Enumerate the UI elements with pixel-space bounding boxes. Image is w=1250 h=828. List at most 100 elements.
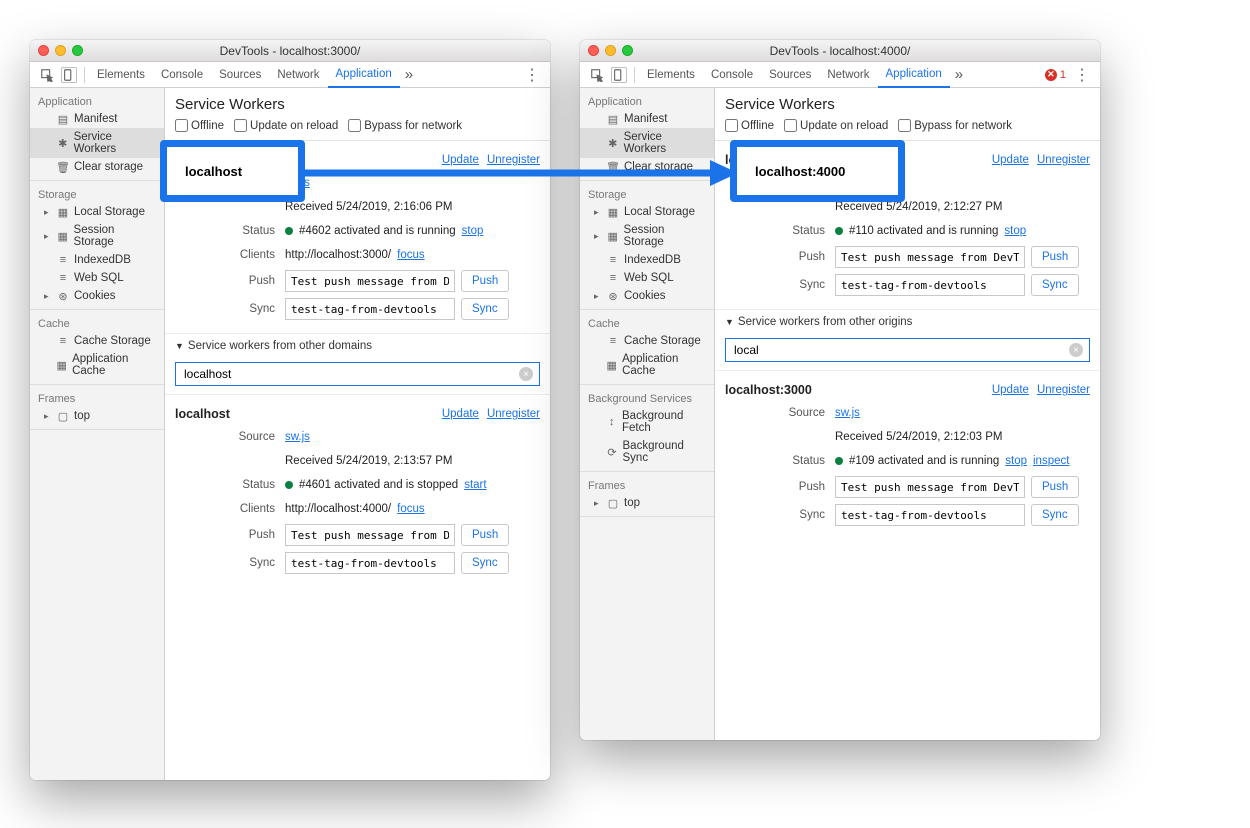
sidebar-item-cache-storage[interactable]: ≡Cache Storage	[580, 332, 714, 350]
push-button[interactable]: Push	[461, 524, 509, 546]
sidebar-item-session-storage[interactable]: ▸▦Session Storage	[30, 221, 164, 251]
sync-button[interactable]: Sync	[1031, 504, 1079, 526]
sidebar-item-service-workers[interactable]: ✱Service Workers	[30, 128, 164, 158]
client-url: http://localhost:3000/	[285, 249, 391, 261]
menu-icon[interactable]: ⋮	[1070, 65, 1094, 85]
tab-sources[interactable]: Sources	[211, 62, 269, 88]
sidebar-item-cookies[interactable]: ▸⊛Cookies	[30, 287, 164, 305]
focus-link[interactable]: focus	[397, 249, 425, 261]
sidebar-item-cookies[interactable]: ▸⊛Cookies	[580, 287, 714, 305]
stop-link[interactable]: stop	[462, 225, 484, 237]
menu-icon[interactable]: ⋮	[520, 65, 544, 85]
tab-console[interactable]: Console	[153, 62, 211, 88]
stop-link[interactable]: stop	[1005, 455, 1027, 467]
tab-elements[interactable]: Elements	[89, 62, 153, 88]
bypass-network-checkbox[interactable]: Bypass for network	[898, 119, 1012, 132]
sidebar-item-top[interactable]: ▸▢top	[580, 494, 714, 512]
sync-button[interactable]: Sync	[461, 552, 509, 574]
sidebar-item-indexeddb[interactable]: ≡IndexedDB	[30, 251, 164, 269]
source-link[interactable]: sw.js	[285, 177, 310, 189]
offline-checkbox[interactable]: Offline	[725, 119, 774, 132]
sync-input[interactable]	[285, 552, 455, 574]
unregister-link[interactable]: Unregister	[487, 408, 540, 420]
source-link[interactable]: sw.js	[285, 431, 310, 443]
unregister-link[interactable]: Unregister	[487, 154, 540, 166]
sidebar-item-top[interactable]: ▸▢top	[30, 407, 164, 425]
sidebar-item-local-storage[interactable]: ▸▦Local Storage	[30, 203, 164, 221]
sidebar-item-label: top	[74, 410, 90, 422]
origin-name: localhost:4000	[725, 153, 812, 167]
sidebar-item-web-sql[interactable]: ≡Web SQL	[580, 269, 714, 287]
sync-button[interactable]: Sync	[461, 298, 509, 320]
filter-input[interactable]	[182, 366, 519, 382]
unregister-link[interactable]: Unregister	[1037, 154, 1090, 166]
sidebar-item-indexeddb[interactable]: ≡IndexedDB	[580, 251, 714, 269]
more-tabs-icon[interactable]: »	[950, 66, 968, 83]
unregister-link[interactable]: Unregister	[1037, 384, 1090, 396]
sidebar-item-background-fetch[interactable]: ↕Background Fetch	[580, 407, 714, 437]
push-button[interactable]: Push	[1031, 476, 1079, 498]
error-count[interactable]: ✕1	[1045, 69, 1066, 81]
sidebar-item-application-cache[interactable]: ▦Application Cache	[580, 350, 714, 380]
panel-tabs: Elements Console Sources Network Applica…	[30, 62, 550, 88]
push-input[interactable]	[285, 270, 455, 292]
sync-input[interactable]	[285, 298, 455, 320]
update-link[interactable]: Update	[992, 384, 1029, 396]
push-input[interactable]	[285, 524, 455, 546]
sidebar-item-background-sync[interactable]: ⟳Background Sync	[580, 437, 714, 467]
device-icon[interactable]	[61, 67, 77, 83]
sidebar: Application▤Manifest✱Service Workers🗑Cle…	[580, 88, 715, 740]
push-button[interactable]: Push	[1031, 246, 1079, 268]
update-link[interactable]: Update	[992, 154, 1029, 166]
db-icon: ≡	[607, 272, 619, 284]
start-link[interactable]: start	[464, 479, 486, 491]
other-origins-header[interactable]: ▼Service workers from other origins	[715, 309, 1100, 334]
sync-input[interactable]	[835, 504, 1025, 526]
inspect-link[interactable]: inspect	[1033, 455, 1069, 467]
bypass-network-checkbox[interactable]: Bypass for network	[348, 119, 462, 132]
sidebar-item-label: Local Storage	[74, 206, 145, 218]
main-panel: Service Workers Offline Update on reload…	[715, 88, 1100, 740]
tab-network[interactable]: Network	[269, 62, 327, 88]
focus-link[interactable]: focus	[397, 503, 425, 515]
sync-button[interactable]: Sync	[1031, 274, 1079, 296]
tab-sources[interactable]: Sources	[761, 62, 819, 88]
sidebar-item-clear-storage[interactable]: 🗑Clear storage	[580, 158, 714, 176]
tab-console[interactable]: Console	[703, 62, 761, 88]
sidebar-item-local-storage[interactable]: ▸▦Local Storage	[580, 203, 714, 221]
device-icon[interactable]	[611, 67, 627, 83]
filter-input[interactable]	[732, 342, 1069, 358]
other-domains-header[interactable]: ▼Service workers from other domains	[165, 333, 550, 358]
sidebar-item-manifest[interactable]: ▤Manifest	[30, 110, 164, 128]
sidebar-item-service-workers[interactable]: ✱Service Workers	[580, 128, 714, 158]
tab-application[interactable]: Application	[878, 62, 950, 88]
update-on-reload-checkbox[interactable]: Update on reload	[784, 119, 888, 132]
clear-filter-icon[interactable]: ×	[1069, 343, 1083, 357]
sidebar-item-application-cache[interactable]: ▦Application Cache	[30, 350, 164, 380]
update-link[interactable]: Update	[442, 154, 479, 166]
sidebar-item-clear-storage[interactable]: 🗑Clear storage	[30, 158, 164, 176]
clear-filter-icon[interactable]: ×	[519, 367, 533, 381]
stop-link[interactable]: stop	[1004, 225, 1026, 237]
sidebar-item-manifest[interactable]: ▤Manifest	[580, 110, 714, 128]
sidebar-item-cache-storage[interactable]: ≡Cache Storage	[30, 332, 164, 350]
tab-elements[interactable]: Elements	[639, 62, 703, 88]
more-tabs-icon[interactable]: »	[400, 66, 418, 83]
sidebar-item-session-storage[interactable]: ▸▦Session Storage	[580, 221, 714, 251]
update-on-reload-checkbox[interactable]: Update on reload	[234, 119, 338, 132]
source-link[interactable]: sw.js	[835, 177, 860, 189]
inspect-icon[interactable]	[589, 67, 605, 83]
inspect-icon[interactable]	[39, 67, 55, 83]
sidebar-item-web-sql[interactable]: ≡Web SQL	[30, 269, 164, 287]
tab-network[interactable]: Network	[819, 62, 877, 88]
push-button[interactable]: Push	[461, 270, 509, 292]
options-row: Offline Update on reload Bypass for netw…	[715, 119, 1100, 141]
status-dot-icon	[835, 457, 843, 465]
tab-application[interactable]: Application	[328, 62, 400, 88]
update-link[interactable]: Update	[442, 408, 479, 420]
offline-checkbox[interactable]: Offline	[175, 119, 224, 132]
push-input[interactable]	[835, 246, 1025, 268]
sync-input[interactable]	[835, 274, 1025, 296]
push-input[interactable]	[835, 476, 1025, 498]
source-link[interactable]: sw.js	[835, 407, 860, 419]
